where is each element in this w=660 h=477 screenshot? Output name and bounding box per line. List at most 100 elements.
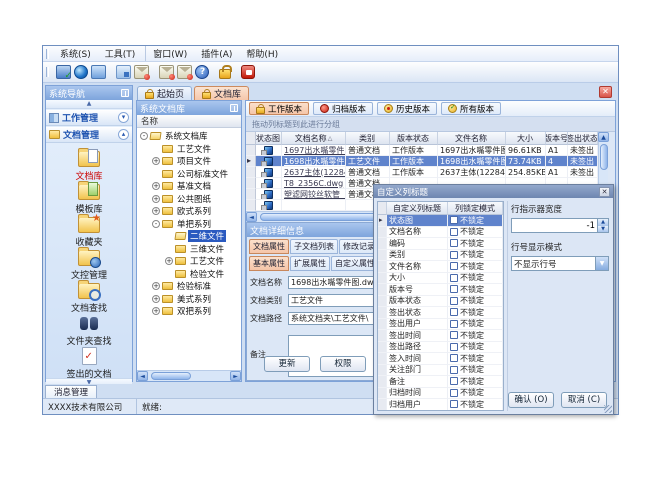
lock-mode-cell[interactable]: 不锁定 (448, 250, 503, 262)
lock-mode-cell[interactable]: 不锁定 (448, 353, 503, 365)
table-row[interactable]: 2637主体(12284).dwg 普通文档 工作版本 2637主体(12284… (246, 167, 598, 178)
nav-item[interactable]: 签出的文档 (46, 345, 132, 378)
menu-item[interactable]: 系统(S) (53, 46, 98, 61)
nav-scroll-up-button[interactable] (46, 100, 132, 109)
lock-mode-cell[interactable]: 不锁定 (448, 261, 503, 273)
table-row[interactable]: 1698出水嘴零件图.dwg 工艺文件 工作版本 1698出水嘴零件图.dwg … (246, 156, 598, 167)
dialog-column-row[interactable]: 状态图 不锁定 (378, 215, 503, 227)
tree-expander-icon[interactable]: + (152, 157, 160, 165)
tree-node[interactable]: - 系统文档库 (137, 130, 241, 143)
dialog-column-row[interactable]: 文档名称 不锁定 (378, 227, 503, 239)
table-row[interactable]: 1697出水嘴零件图.dwg 普通文档 工作版本 1697出水嘴零件图.dwg … (246, 145, 598, 156)
nav-item[interactable]: 模板库 (46, 180, 132, 213)
dialog-column-row[interactable]: 版本状态 不锁定 (378, 296, 503, 308)
lock-checkbox[interactable] (450, 308, 458, 316)
lock-checkbox[interactable] (450, 343, 458, 351)
lock-mode-cell[interactable]: 不锁定 (448, 365, 503, 377)
message-management-tab[interactable]: 消息管理 (45, 385, 97, 398)
lock-mode-cell[interactable]: 不锁定 (448, 307, 503, 319)
tree-node[interactable]: + 工艺文件 (137, 255, 241, 268)
dropdown-arrow-icon[interactable] (595, 257, 608, 270)
close-pane-button[interactable] (599, 86, 612, 98)
tree-expander-icon[interactable]: - (140, 132, 148, 140)
chevron-icon[interactable]: ▴ (118, 129, 129, 140)
folder-view-icon[interactable] (116, 65, 131, 79)
lock-mode-cell[interactable]: 不锁定 (448, 273, 503, 285)
nav-item[interactable]: 文档库 (46, 147, 132, 180)
lock-mode-cell[interactable]: 不锁定 (448, 319, 503, 331)
column-header[interactable]: 版本状态 (390, 132, 438, 145)
lock-mode-cell[interactable]: 不锁定 (448, 215, 503, 227)
dialog-column-row[interactable]: 签出路径 不锁定 (378, 342, 503, 354)
lock-mode-cell[interactable]: 不锁定 (448, 330, 503, 342)
tree-expander-icon[interactable]: - (152, 220, 160, 228)
dialog-column-row[interactable]: 版本号 不锁定 (378, 284, 503, 296)
menubar-grip[interactable] (46, 49, 49, 59)
field-input[interactable] (288, 276, 380, 289)
nav-item[interactable]: 收藏夹 (46, 213, 132, 246)
lock-checkbox[interactable] (450, 297, 458, 305)
scroll-left-icon[interactable] (246, 212, 257, 222)
pin-icon[interactable] (230, 104, 238, 112)
scrollbar-thumb[interactable] (600, 144, 608, 170)
column-header[interactable]: 文档名称△ (282, 132, 346, 145)
tree-expander-icon[interactable]: + (152, 207, 160, 215)
details-subtab[interactable]: 基本属性 (249, 256, 289, 271)
dialog-column-row[interactable]: 类别 不锁定 (378, 250, 503, 262)
dialog-column-row[interactable]: 大小 不锁定 (378, 273, 503, 285)
column-header[interactable]: 签出状态 (568, 132, 598, 145)
tree-expander-icon[interactable]: + (152, 295, 160, 303)
tree-node[interactable]: 公司标准文件 (137, 168, 241, 181)
version-tab[interactable]: 历史版本 (377, 102, 437, 115)
details-action-button[interactable]: 更新 (264, 356, 310, 372)
mail-alert-icon[interactable] (177, 65, 192, 79)
version-tab[interactable]: 归档版本 (313, 102, 373, 115)
nav-group-header[interactable]: 文档管理 ▴ (46, 127, 132, 143)
nav-group-header[interactable]: 工作管理 ▾ (46, 110, 132, 126)
tree-node[interactable]: - 单把系列 (137, 218, 241, 231)
field-input[interactable] (288, 312, 380, 325)
pin-icon[interactable] (121, 89, 129, 97)
tree-expander-icon[interactable]: + (152, 195, 160, 203)
scroll-left-icon[interactable] (137, 371, 148, 381)
system-check-icon[interactable] (56, 65, 71, 79)
dialog-column-row[interactable]: 签入时间 不锁定 (378, 353, 503, 365)
column-header[interactable]: 大小 (506, 132, 546, 145)
stop-icon[interactable] (241, 65, 255, 79)
tree-node[interactable]: + 双把系列 (137, 305, 241, 318)
nav-item[interactable]: 文控管理 (46, 246, 132, 279)
tree-expander-icon[interactable]: + (152, 307, 160, 315)
dialog-column-row[interactable]: 归档时间 不锁定 (378, 388, 503, 400)
menu-item[interactable]: 窗口(W) (145, 46, 194, 61)
lock-checkbox[interactable] (450, 239, 458, 247)
lock-mode-cell[interactable]: 不锁定 (448, 388, 503, 400)
lock-mode-cell[interactable]: 不锁定 (448, 296, 503, 308)
details-action-button[interactable]: 权限 (320, 356, 366, 372)
lock-checkbox[interactable] (450, 400, 458, 408)
spinner-down-icon[interactable] (598, 226, 608, 233)
lock-mode-cell[interactable]: 不锁定 (448, 399, 503, 411)
scrollbar-thumb[interactable] (151, 372, 191, 380)
details-tab[interactable]: 文档属性 (249, 239, 289, 254)
indicator-width-input[interactable] (512, 219, 597, 232)
tree-expander-icon[interactable]: + (152, 182, 160, 190)
column-header[interactable]: 状态图 (256, 132, 282, 145)
tree-node[interactable]: 三维文件 (137, 243, 241, 256)
tree-node[interactable]: + 欧式系列 (137, 205, 241, 218)
version-tab[interactable]: 所有版本 (441, 102, 501, 115)
lock-checkbox[interactable] (450, 377, 458, 385)
tree-expander-icon[interactable]: + (165, 257, 173, 265)
lock-checkbox[interactable] (450, 262, 458, 270)
lock-icon[interactable] (219, 69, 231, 79)
scroll-right-icon[interactable] (230, 371, 241, 381)
tree-node[interactable]: 二维文件 (137, 230, 241, 243)
version-tab[interactable]: 工作版本 (249, 102, 309, 115)
nav-item[interactable]: 文档查找 (46, 279, 132, 312)
lock-mode-cell[interactable]: 不锁定 (448, 238, 503, 250)
dialog-column-row[interactable]: 关注部门 不锁定 (378, 365, 503, 377)
lock-checkbox[interactable] (450, 320, 458, 328)
dialog-column-row[interactable]: 签出状态 不锁定 (378, 307, 503, 319)
tree-horizontal-scrollbar[interactable] (137, 370, 241, 381)
scroll-up-icon[interactable] (598, 132, 609, 142)
details-tab[interactable]: 子文档列表 (290, 239, 338, 254)
